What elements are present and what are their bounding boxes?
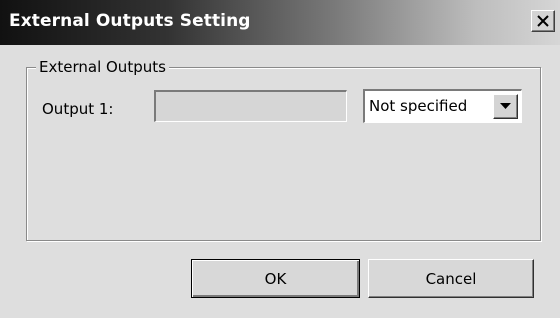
output-1-select[interactable]: Not specified xyxy=(363,89,522,123)
title-bar[interactable]: External Outputs Setting xyxy=(0,0,560,45)
group-legend: External Outputs xyxy=(36,57,169,77)
ok-button[interactable]: OK xyxy=(191,259,360,298)
dropdown-arrow-icon xyxy=(500,103,511,109)
output-1-select-value: Not specified xyxy=(369,97,468,115)
output-1-field[interactable] xyxy=(154,90,347,122)
dialog-window: External Outputs Setting External Output… xyxy=(0,0,560,318)
dropdown-button[interactable] xyxy=(493,94,518,119)
cancel-button[interactable]: Cancel xyxy=(368,259,534,298)
output-1-label: Output 1: xyxy=(42,100,114,118)
window-title: External Outputs Setting xyxy=(9,11,251,31)
close-icon xyxy=(537,15,549,27)
close-button[interactable] xyxy=(531,10,555,32)
